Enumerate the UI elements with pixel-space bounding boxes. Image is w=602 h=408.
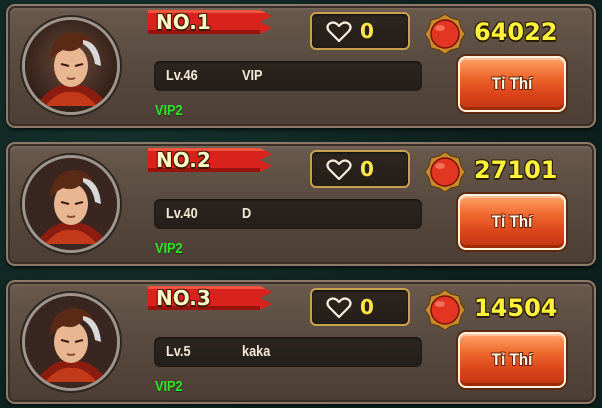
player-name: kaka [242, 343, 271, 360]
player-level: Lv.46 [166, 67, 198, 84]
like-count: 0 [360, 157, 374, 181]
like-count: 0 [360, 295, 374, 319]
player-avatar[interactable] [22, 293, 120, 391]
player-level: Lv.5 [166, 343, 191, 360]
leaderboard-row-1: NO.1 Lv.46 VIP VIP2 0 64022 Tỉ Thí [6, 4, 596, 128]
leaderboard-row-2: NO.2 Lv.40 D VIP2 0 27101 Tỉ Thí [6, 142, 596, 266]
player-name: VIP [242, 67, 263, 84]
vip-badge: VIP2 [155, 378, 183, 395]
power-value: 27101 [474, 156, 558, 184]
like-button[interactable]: 0 [310, 12, 410, 50]
player-info-bar: Lv.46 VIP [154, 61, 422, 91]
player-avatar[interactable] [22, 17, 120, 115]
like-button[interactable]: 0 [310, 288, 410, 326]
challenge-button-label: Tỉ Thí [491, 212, 533, 231]
heart-outline-icon [326, 297, 352, 319]
player-avatar[interactable] [22, 155, 120, 253]
power-value: 14504 [474, 294, 558, 322]
red-gem-icon [425, 152, 465, 192]
rank-label: NO.3 [156, 286, 211, 310]
challenge-button[interactable]: Tỉ Thí [458, 194, 566, 250]
heart-outline-icon [326, 21, 352, 43]
leaderboard-row-3: NO.3 Lv.5 kaka VIP2 0 14504 Tỉ Thí [6, 280, 596, 404]
player-level: Lv.40 [166, 205, 198, 222]
player-info-bar: Lv.40 D [154, 199, 422, 229]
rank-label: NO.1 [156, 10, 211, 34]
hero-portrait-icon [25, 296, 117, 388]
like-button[interactable]: 0 [310, 150, 410, 188]
power-value: 64022 [474, 18, 558, 46]
player-info-bar: Lv.5 kaka [154, 337, 422, 367]
challenge-button[interactable]: Tỉ Thí [458, 56, 566, 112]
rank-ribbon: NO.2 [148, 146, 274, 174]
challenge-button-label: Tỉ Thí [491, 350, 533, 369]
player-name: D [242, 205, 252, 222]
like-count: 0 [360, 19, 374, 43]
rank-ribbon: NO.1 [148, 8, 274, 36]
challenge-button-label: Tỉ Thí [491, 74, 533, 93]
rank-ribbon: NO.3 [148, 284, 274, 312]
red-gem-icon [425, 14, 465, 54]
challenge-button[interactable]: Tỉ Thí [458, 332, 566, 388]
heart-outline-icon [326, 159, 352, 181]
hero-portrait-icon [25, 20, 117, 112]
vip-badge: VIP2 [155, 240, 183, 257]
hero-portrait-icon [25, 158, 117, 250]
red-gem-icon [425, 290, 465, 330]
vip-badge: VIP2 [155, 102, 183, 119]
rank-label: NO.2 [156, 148, 211, 172]
